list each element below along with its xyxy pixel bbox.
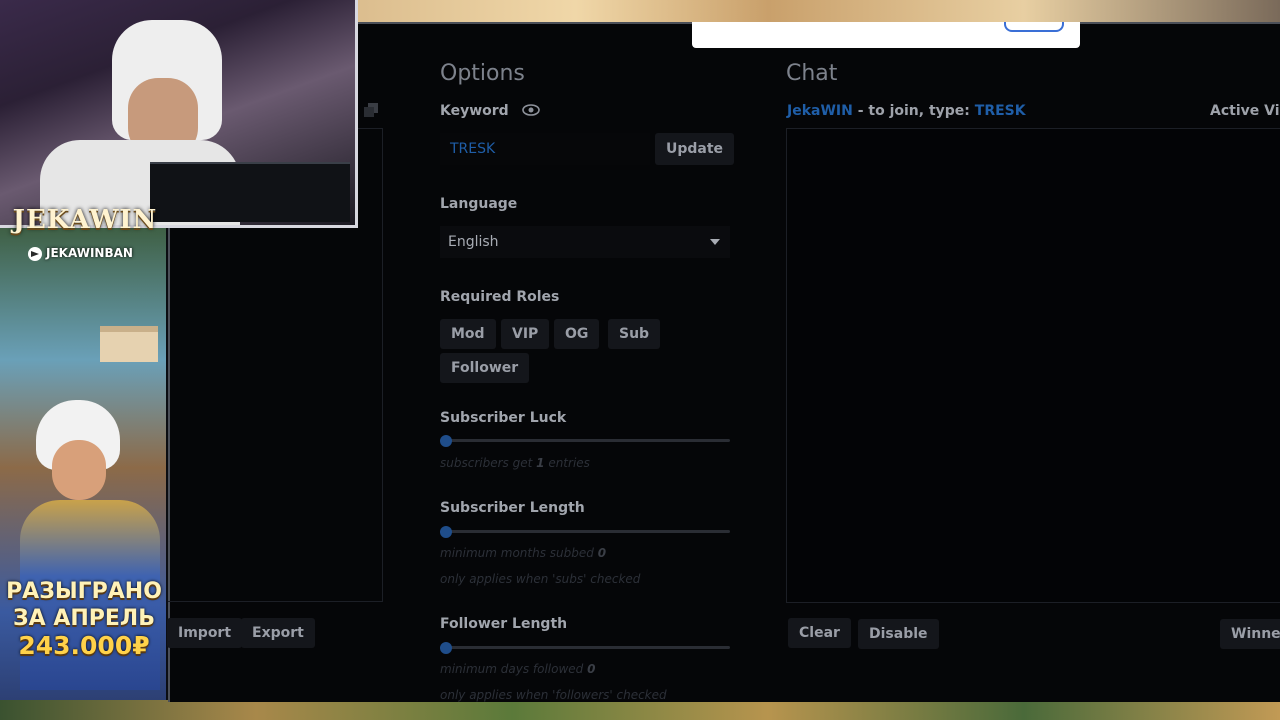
role-toggle-follower[interactable]: Follower xyxy=(440,353,530,383)
role-toggle-og[interactable]: OG xyxy=(554,319,600,349)
export-button[interactable]: Export xyxy=(241,618,315,648)
copy-icon[interactable] xyxy=(363,102,379,118)
popup-button-outline[interactable] xyxy=(1004,22,1064,32)
language-label: Language xyxy=(440,196,518,212)
subscriber-luck-label: Subscriber Luck xyxy=(440,410,567,426)
subscriber-luck-slider-thumb[interactable] xyxy=(440,435,452,447)
chat-join-instructions: JekaWIN - to join, type: TRESK xyxy=(787,103,1026,119)
mascot-face xyxy=(52,440,106,500)
follower-length-slider[interactable] xyxy=(440,646,730,649)
chevron-down-icon xyxy=(710,239,720,245)
language-selected-value: English xyxy=(448,234,499,250)
keyword-label: Keyword xyxy=(440,103,509,119)
role-toggle-vip[interactable]: VIP xyxy=(501,319,550,349)
language-select[interactable]: English xyxy=(440,226,730,258)
disable-button[interactable]: Disable xyxy=(858,619,939,649)
subscriber-luck-slider[interactable] xyxy=(440,439,730,442)
follower-length-slider-thumb[interactable] xyxy=(440,642,452,654)
active-viewers-label: Active Vie xyxy=(1210,103,1280,119)
subscriber-length-slider[interactable] xyxy=(440,530,730,533)
channel-name: JekaWIN xyxy=(787,103,853,119)
follower-length-hint: minimum days followed 0 xyxy=(440,662,596,676)
chat-title: Chat xyxy=(786,61,838,86)
follower-length-note: only applies when 'followers' checked xyxy=(440,688,667,702)
options-title: Options xyxy=(440,61,525,86)
promo-banner: РАЗЫГРАНО ЗА АПРЕЛЬ 243.000₽ xyxy=(6,579,162,660)
monitor xyxy=(150,162,350,222)
stream-frame-bottom xyxy=(0,700,1280,720)
telegram-icon xyxy=(28,246,42,261)
eye-icon[interactable] xyxy=(522,104,540,116)
import-button[interactable]: Import xyxy=(167,618,243,648)
update-button[interactable]: Update xyxy=(655,133,735,165)
chat-keyword: TRESK xyxy=(974,103,1026,119)
subscriber-length-note: only applies when 'subs' checked xyxy=(440,572,641,586)
follower-length-label: Follower Length xyxy=(440,616,568,632)
temple-illustration xyxy=(100,326,158,362)
subscriber-length-slider-thumb[interactable] xyxy=(440,526,452,538)
subscriber-length-hint: minimum months subbed 0 xyxy=(440,546,607,560)
role-toggle-mod[interactable]: Mod xyxy=(440,319,496,349)
webcam-overlay xyxy=(0,0,358,228)
subscriber-luck-hint: subscribers get 1 entries xyxy=(440,456,590,470)
chat-messages-box[interactable] xyxy=(786,128,1280,603)
clear-button[interactable]: Clear xyxy=(788,618,851,648)
subscriber-length-label: Subscriber Length xyxy=(440,500,585,516)
brand-logo: JEKAWIN xyxy=(12,205,158,235)
required-roles-label: Required Roles xyxy=(440,289,560,305)
role-toggle-sub[interactable]: Sub xyxy=(608,319,661,349)
keyword-input[interactable]: TRESK xyxy=(440,133,650,165)
winners-button[interactable]: Winner xyxy=(1220,619,1280,649)
telegram-handle: JEKAWINBAN xyxy=(28,246,133,261)
